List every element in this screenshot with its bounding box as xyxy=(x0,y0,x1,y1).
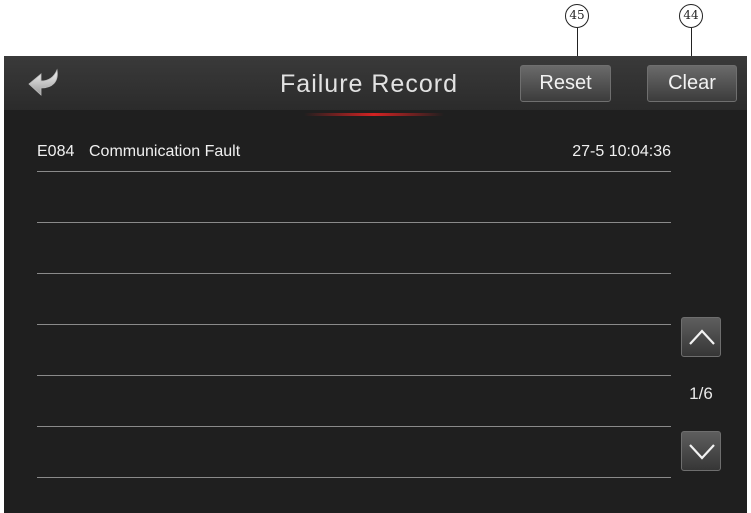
callout-45: 45 xyxy=(565,4,589,28)
fault-code: E084 xyxy=(37,143,75,160)
table-row[interactable]: E084 Communication Fault 27-5 10:04:36 xyxy=(37,140,671,172)
table-row[interactable] xyxy=(37,223,671,274)
fault-description: Communication Fault xyxy=(89,143,241,160)
clear-button[interactable]: Clear xyxy=(647,65,737,102)
device-screen: Failure Record Reset Clear E084 Communic… xyxy=(4,56,747,513)
table-row[interactable] xyxy=(37,172,671,223)
table-row[interactable] xyxy=(37,274,671,325)
chevron-up-icon xyxy=(689,329,715,345)
callout-44: 44 xyxy=(679,4,703,28)
table-row[interactable] xyxy=(37,325,671,376)
page-up-button[interactable] xyxy=(681,317,721,357)
fault-timestamp: 27-5 10:04:36 xyxy=(572,143,671,160)
title-accent-underline xyxy=(304,113,444,116)
back-arrow-icon[interactable] xyxy=(26,66,64,102)
header-bar: Failure Record Reset Clear xyxy=(4,56,747,110)
page-title: Failure Record xyxy=(280,70,458,98)
table-row[interactable] xyxy=(37,376,671,427)
reset-button[interactable]: Reset xyxy=(520,65,611,102)
page-down-button[interactable] xyxy=(681,431,721,471)
page-indicator: 1/6 xyxy=(689,384,713,403)
failure-record-list: E084 Communication Fault 27-5 10:04:36 xyxy=(37,140,671,478)
chevron-down-icon xyxy=(689,444,715,460)
table-row[interactable] xyxy=(37,427,671,478)
callout-number: 45 xyxy=(569,8,585,22)
callout-number: 44 xyxy=(683,8,699,22)
